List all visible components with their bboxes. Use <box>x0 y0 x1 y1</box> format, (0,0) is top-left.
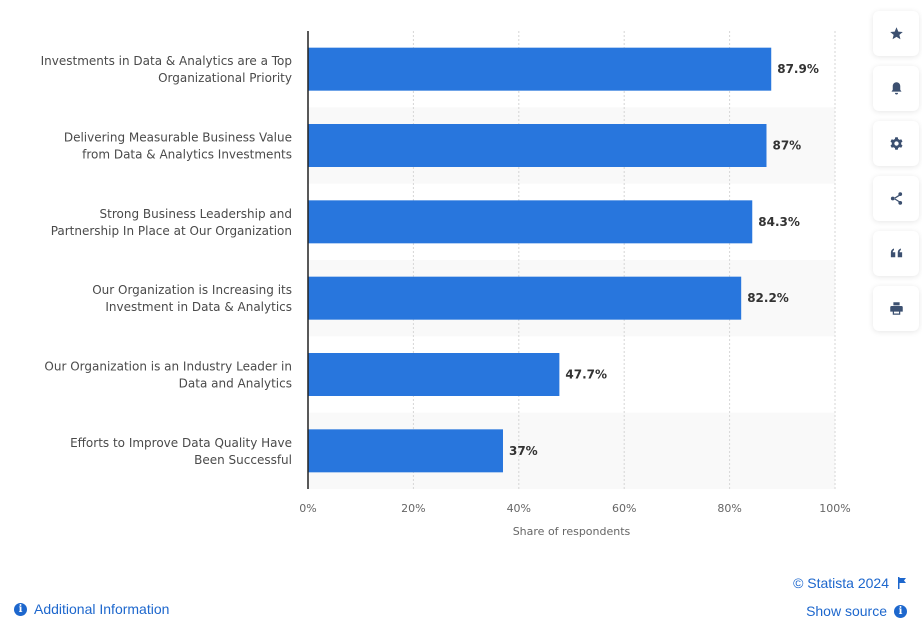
bar-chart: Investments in Data & Analytics are a To… <box>41 31 851 538</box>
favorite-button[interactable] <box>873 11 919 56</box>
x-tick-label: 80% <box>717 502 741 515</box>
additional-information-link[interactable]: i Additional Information <box>14 601 169 617</box>
star-icon <box>889 27 903 40</box>
category-label: Strong Business Leadership and <box>100 207 292 221</box>
gear-icon <box>890 137 902 150</box>
show-source-label: Show source <box>806 603 887 619</box>
value-label: 84.3% <box>758 215 800 229</box>
category-labels: Investments in Data & Analytics are a To… <box>41 54 292 467</box>
bar[interactable] <box>308 200 753 244</box>
share-icon <box>890 192 902 205</box>
bar[interactable] <box>308 47 772 91</box>
settings-button[interactable] <box>873 121 919 166</box>
copyright-text: © Statista 2024 <box>793 575 889 591</box>
additional-information-label: Additional Information <box>34 601 170 617</box>
x-tick-label: 20% <box>401 502 425 515</box>
bell-icon <box>891 82 901 95</box>
cite-button[interactable] <box>873 231 919 276</box>
category-label: Organizational Priority <box>158 71 292 85</box>
category-label: Investment in Data & Analytics <box>105 300 292 314</box>
value-label: 87% <box>772 139 801 153</box>
category-label: Our Organization is Increasing its <box>92 283 292 297</box>
bar[interactable] <box>308 353 560 396</box>
x-tick-label: 60% <box>612 502 636 515</box>
print-icon <box>889 302 903 315</box>
x-axis-title: Share of respondents <box>513 525 631 538</box>
x-tick-label: 40% <box>507 502 531 515</box>
info-icon: i <box>14 602 27 616</box>
category-label: Been Successful <box>194 453 292 467</box>
value-label: 37% <box>509 444 538 458</box>
copyright[interactable]: © Statista 2024 <box>793 575 907 591</box>
x-tick-labels: 0% 20% 40% 60% 80% 100% <box>299 502 850 515</box>
share-button[interactable] <box>873 176 919 221</box>
info-icon: i <box>894 604 907 618</box>
category-label: Data and Analytics <box>179 377 292 391</box>
x-tick-label: 100% <box>819 502 850 515</box>
category-label: Investments in Data & Analytics are a To… <box>41 54 292 68</box>
value-label: 82.2% <box>747 291 789 305</box>
bar[interactable] <box>308 429 503 473</box>
value-label: 47.7% <box>565 368 607 382</box>
print-button[interactable] <box>873 286 919 331</box>
side-toolbar <box>873 11 919 341</box>
category-label: Our Organization is an Industry Leader i… <box>44 360 292 374</box>
quote-icon <box>890 248 902 258</box>
category-label: from Data & Analytics Investments <box>82 148 292 162</box>
flag-icon <box>898 577 906 589</box>
category-label: Delivering Measurable Business Value <box>64 131 292 145</box>
value-label: 87.9% <box>777 62 819 76</box>
show-source-link[interactable]: Show source i <box>806 603 907 619</box>
category-label: Partnership In Place at Our Organization <box>51 224 292 238</box>
bar[interactable] <box>308 124 767 167</box>
x-tick-label: 0% <box>299 502 316 515</box>
category-label: Efforts to Improve Data Quality Have <box>70 436 292 450</box>
bar[interactable] <box>308 276 742 320</box>
notifications-button[interactable] <box>873 66 919 111</box>
